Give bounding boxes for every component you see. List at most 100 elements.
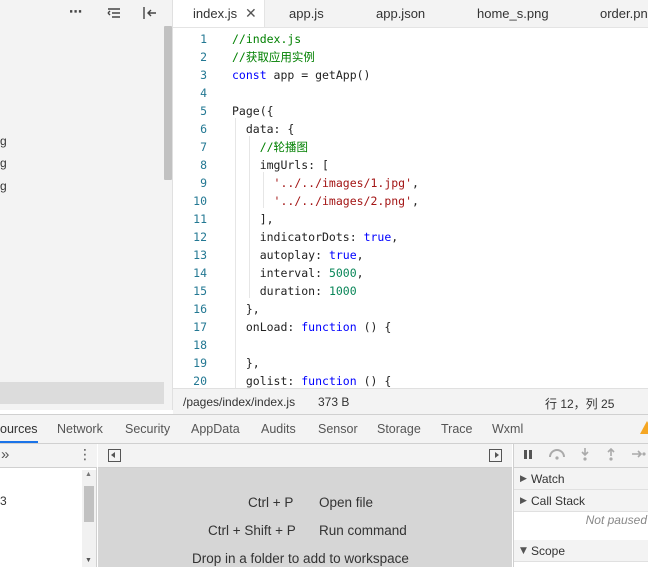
debugger-sidebar: ▶ Watch ▶ Call Stack Not paused ▼ Scope — [513, 444, 648, 567]
more-icon[interactable]: ⋯ — [67, 5, 83, 21]
tab-home-s-png[interactable]: home_s.png — [457, 0, 549, 27]
collapse-all-icon[interactable] — [106, 5, 122, 21]
call-stack-section[interactable]: ▶ Call Stack — [514, 490, 648, 512]
code-line[interactable]: 10 '../../images/2.png', — [173, 192, 648, 210]
tree-selected-row[interactable] — [0, 382, 164, 404]
code-line[interactable]: 15 duration: 1000 — [173, 282, 648, 300]
code-line[interactable]: 9 '../../images/1.jpg', — [173, 174, 648, 192]
tab-appdata[interactable]: AppData — [191, 415, 240, 443]
line-number: 4 — [200, 86, 207, 100]
watch-section[interactable]: ▶ Watch — [514, 468, 648, 490]
tab-order-png[interactable]: order.png — [580, 0, 648, 27]
scope-section[interactable]: ▼ Scope — [514, 540, 648, 562]
code-token: , — [356, 266, 364, 280]
line-number: 10 — [193, 194, 207, 208]
code-line[interactable]: 20 golist: function () { — [173, 372, 648, 388]
code-line[interactable]: 3 const app = getApp() — [173, 66, 648, 84]
code-token: ], — [232, 212, 274, 226]
more-tabs-chevron-icon[interactable]: » — [1, 446, 9, 463]
code-token: onLoad: — [232, 320, 302, 334]
line-code: golist: function () { — [232, 372, 391, 388]
code-token: //获取应用实例 — [232, 50, 315, 64]
tab-security[interactable]: Security — [125, 415, 170, 443]
code-line[interactable]: 14 interval: 5000, — [173, 264, 648, 282]
scroll-down-icon[interactable]: ▼ — [85, 557, 92, 564]
warning-icon[interactable] — [640, 421, 648, 434]
code-line[interactable]: 2 //获取应用实例 — [173, 48, 648, 66]
navigator-menu-icon[interactable]: ⋮ — [78, 447, 92, 463]
tree-item-fragment[interactable]: g — [0, 134, 7, 148]
line-number: 14 — [193, 266, 207, 280]
tab-sources[interactable]: ources — [0, 415, 38, 443]
code-line[interactable]: 16 }, — [173, 300, 648, 318]
file-path: /pages/index/index.js — [183, 395, 296, 409]
step-icon[interactable] — [632, 448, 646, 463]
tab-trace[interactable]: Trace — [441, 415, 473, 443]
line-code: interval: 5000, — [232, 264, 364, 282]
tab-audits[interactable]: Audits — [261, 415, 296, 443]
close-icon[interactable]: ✕ — [245, 0, 257, 27]
tab-app-js[interactable]: app.js — [269, 0, 324, 27]
sources-toolbar — [98, 444, 512, 468]
expand-arrow-icon: ▶ — [520, 474, 527, 484]
code-line[interactable]: 12 indicatorDots: true, — [173, 228, 648, 246]
line-code: //获取应用实例 — [232, 48, 315, 66]
toggle-sidebar-icon[interactable] — [142, 5, 158, 21]
tab-label: index.js — [193, 6, 238, 21]
code-token: golist: — [232, 374, 302, 388]
code-line[interactable]: 7 //轮播图 — [173, 138, 648, 156]
section-label: Scope — [531, 544, 566, 558]
line-code: data: { — [232, 120, 294, 138]
tab-network[interactable]: Network — [57, 415, 103, 443]
line-number: 16 — [193, 302, 207, 316]
line-code: indicatorDots: true, — [232, 228, 399, 246]
code-line[interactable]: 8 imgUrls: [ — [173, 156, 648, 174]
code-token: , — [356, 248, 364, 262]
tab-app-json[interactable]: app.json — [356, 0, 426, 27]
code-line[interactable]: 13 autoplay: true, — [173, 246, 648, 264]
line-number: 11 — [193, 212, 207, 226]
code-token: () { — [356, 374, 392, 388]
tab-index-js[interactable]: index.js ✕ — [173, 0, 265, 27]
code-editor[interactable]: 1 //index.js 2 //获取应用实例 3 const app = getApp(… — [173, 28, 648, 388]
scroll-up-icon[interactable]: ▲ — [85, 471, 92, 478]
line-number: 6 — [200, 122, 207, 136]
tab-wxml[interactable]: Wxml — [492, 415, 523, 443]
code-line[interactable]: 4 — [173, 84, 648, 102]
line-code: Page({ — [232, 102, 274, 120]
code-line[interactable]: 19 }, — [173, 354, 648, 372]
code-token: const — [232, 68, 267, 82]
tree-item-fragment[interactable]: g — [0, 156, 7, 170]
code-line[interactable]: 18 — [173, 336, 648, 354]
step-over-icon[interactable] — [547, 448, 567, 463]
code-token: 5000 — [328, 266, 357, 280]
tree-item-fragment[interactable]: g — [0, 179, 7, 193]
code-line[interactable]: 6 data: { — [173, 120, 648, 138]
code-token: duration: — [232, 284, 329, 298]
tab-sensor[interactable]: Sensor — [318, 415, 358, 443]
line-code: '../../images/1.jpg', — [232, 174, 419, 192]
code-line[interactable]: 1 //index.js — [173, 30, 648, 48]
section-label: Watch — [531, 472, 565, 486]
not-paused-text: Not paused — [585, 513, 647, 527]
sources-editor-placeholder: Ctrl + P Open file Ctrl + Shift + P Run … — [98, 444, 512, 567]
file-size: 373 B — [318, 395, 350, 409]
cursor-position[interactable]: 行 12，列 25 — [545, 395, 614, 412]
code-token: true — [363, 230, 392, 244]
navigator-scroll-thumb[interactable] — [84, 486, 94, 522]
line-number: 8 — [200, 158, 207, 172]
line-number: 15 — [193, 284, 207, 298]
step-into-icon[interactable] — [580, 448, 590, 464]
code-line[interactable]: 17 onLoad: function () { — [173, 318, 648, 336]
code-line[interactable]: 11 ], — [173, 210, 648, 228]
code-line[interactable]: 5 Page({ — [173, 102, 648, 120]
tab-label: app.json — [376, 6, 426, 21]
tab-storage[interactable]: Storage — [377, 415, 421, 443]
shortcut-keys: Ctrl + P — [248, 495, 294, 510]
toggle-navigator-icon[interactable] — [108, 449, 121, 462]
step-out-icon[interactable] — [606, 447, 616, 464]
pause-icon[interactable] — [523, 449, 533, 463]
navigator-item-fragment[interactable]: 3 — [0, 494, 7, 508]
file-tree-scrollbar[interactable] — [164, 26, 172, 180]
toggle-debugger-icon[interactable] — [489, 449, 502, 462]
